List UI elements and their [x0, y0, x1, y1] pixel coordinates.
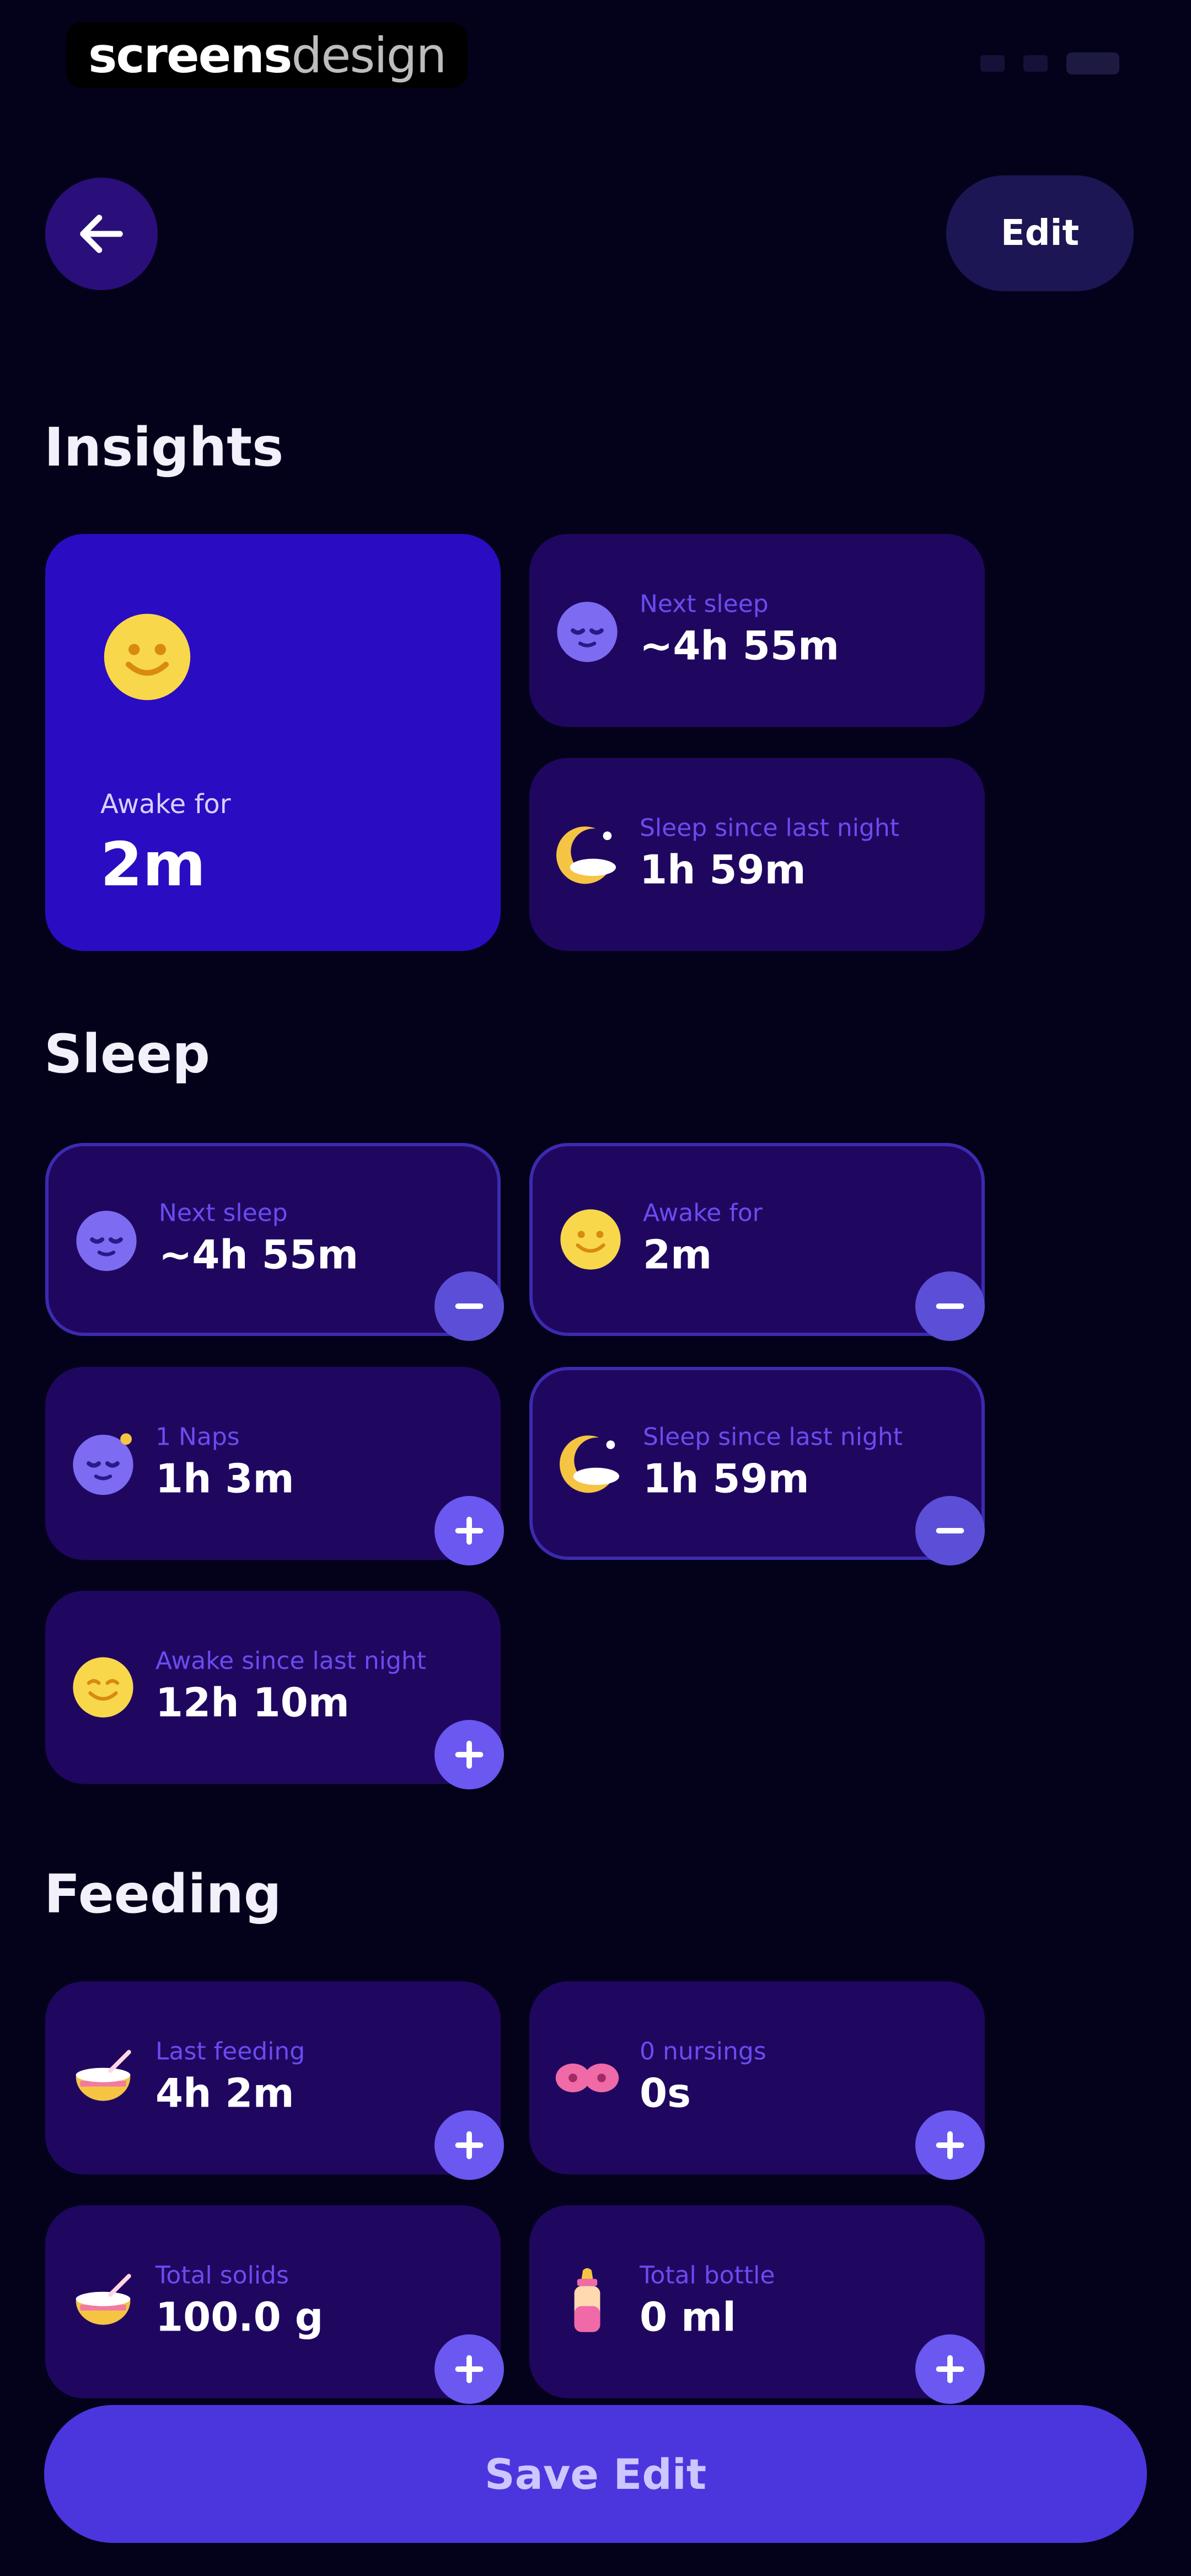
add-awake-since-button[interactable] — [434, 1720, 504, 1789]
moon-icon — [559, 1435, 619, 1493]
sleep-card-awake-since[interactable]: Awake since last night 12h 10m — [45, 1591, 501, 1784]
watermark-text-design: design — [291, 26, 447, 84]
insight-card-next-sleep[interactable]: Next sleep ~4h 55m — [529, 534, 985, 727]
feeding-card-last-feeding[interactable]: Last feeding 4h 2m — [45, 1981, 501, 2174]
sleeping-face-icon — [76, 1211, 137, 1271]
minus-icon — [936, 1303, 964, 1309]
sleep-title: Sleep — [44, 1023, 210, 1085]
battery-icon — [1066, 52, 1119, 74]
awake-for-value: 2m — [643, 1232, 712, 1278]
next-sleep-value: ~4h 55m — [640, 623, 839, 669]
sleep-card-next-sleep[interactable]: Next sleep ~4h 55m — [45, 1143, 501, 1336]
awake-value: 2m — [100, 829, 206, 900]
add-last-feeding-button[interactable] — [434, 2110, 504, 2180]
card-text: Last feeding 4h 2m — [155, 2037, 305, 2118]
card-text: Sleep since last night 1h 59m — [643, 1424, 903, 1503]
total-solids-value: 100.0 g — [155, 2294, 324, 2340]
insight-card-sleep-since[interactable]: Sleep since last night 1h 59m — [529, 758, 985, 951]
next-sleep-label: Next sleep — [640, 590, 769, 618]
plus-icon — [455, 1740, 484, 1769]
watermark-logo: screens design — [66, 22, 468, 88]
card-text: Awake for 2m — [643, 1200, 763, 1279]
awake-since-label: Awake since last night — [155, 1647, 427, 1675]
awake-since-value: 12h 10m — [155, 1680, 350, 1726]
nursings-value: 0s — [640, 2070, 691, 2117]
sleeping-face-icon — [557, 602, 618, 662]
watermark-text-screens: screens — [88, 26, 292, 84]
minus-icon — [936, 1528, 964, 1533]
card-text: 0 nursings 0s — [640, 2037, 766, 2118]
last-feeding-value: 4h 2m — [155, 2070, 294, 2117]
plus-icon — [936, 2355, 964, 2383]
add-nursings-button[interactable] — [915, 2110, 985, 2180]
nursings-label: 0 nursings — [640, 2037, 766, 2066]
sleep-card-naps[interactable]: 1 Naps 1h 3m — [45, 1367, 501, 1560]
sleep-since-label: Sleep since last night — [643, 1423, 903, 1451]
wifi-icon — [1023, 55, 1048, 72]
status-bar: screens design — [0, 0, 1191, 116]
awake-label: Awake for — [100, 789, 231, 820]
add-total-bottle-button[interactable] — [915, 2334, 985, 2404]
awake-for-label: Awake for — [643, 1199, 763, 1227]
nursing-icon — [555, 2064, 619, 2092]
edit-button[interactable]: Edit — [946, 175, 1134, 291]
plus-icon — [455, 2131, 484, 2160]
smiley-sun-icon — [560, 1209, 621, 1270]
total-bottle-value: 0 ml — [640, 2294, 736, 2340]
insight-card-awake[interactable]: Awake for 2m — [45, 534, 501, 951]
add-naps-button[interactable] — [434, 1496, 504, 1565]
minus-icon — [455, 1303, 484, 1309]
smiley-sun-icon — [104, 613, 191, 701]
remove-next-sleep-button[interactable] — [434, 1271, 504, 1341]
add-total-solids-button[interactable] — [434, 2334, 504, 2404]
arrow-left-icon — [80, 215, 123, 253]
remove-awake-for-button[interactable] — [915, 1271, 985, 1341]
feeding-title: Feeding — [44, 1863, 282, 1925]
save-edit-button[interactable]: Save Edit — [44, 2405, 1147, 2543]
sleep-since-value: 1h 59m — [643, 1456, 809, 1502]
card-text: Next sleep ~4h 55m — [640, 591, 839, 670]
moon-icon — [556, 826, 616, 884]
last-feeding-label: Last feeding — [155, 2037, 305, 2066]
sleeping-face-icon — [73, 1433, 133, 1495]
card-text: Total solids 100.0 g — [155, 2261, 324, 2342]
back-button[interactable] — [45, 178, 158, 290]
plus-icon — [936, 2131, 964, 2160]
remove-sleep-since-button[interactable] — [915, 1496, 985, 1565]
card-text: Next sleep ~4h 55m — [159, 1200, 358, 1279]
card-text: Total bottle 0 ml — [640, 2261, 775, 2342]
card-text: Sleep since last night 1h 59m — [640, 815, 899, 894]
sleep-next-sleep-value: ~4h 55m — [159, 1232, 358, 1278]
food-bowl-icon — [76, 2050, 131, 2101]
insights-title: Insights — [44, 416, 284, 478]
naps-label: 1 Naps — [155, 1423, 240, 1451]
sleep-since-value: 1h 59m — [640, 847, 806, 893]
sleep-next-sleep-label: Next sleep — [159, 1199, 288, 1227]
feeding-card-total-solids[interactable]: Total solids 100.0 g — [45, 2205, 501, 2398]
naps-value: 1h 3m — [155, 1456, 294, 1502]
baby-bottle-icon — [574, 2268, 600, 2332]
plus-icon — [455, 2355, 484, 2383]
total-solids-label: Total solids — [155, 2261, 289, 2290]
food-bowl-icon — [76, 2274, 131, 2325]
sleep-since-label: Sleep since last night — [640, 814, 900, 842]
smiley-sun-icon — [73, 1657, 133, 1718]
status-icons — [980, 52, 1119, 74]
card-text: 1 Naps 1h 3m — [155, 1424, 294, 1503]
plus-icon — [455, 1516, 484, 1545]
total-bottle-label: Total bottle — [640, 2261, 775, 2290]
signal-icon — [980, 55, 1005, 72]
card-text: Awake since last night 12h 10m — [155, 1648, 426, 1727]
